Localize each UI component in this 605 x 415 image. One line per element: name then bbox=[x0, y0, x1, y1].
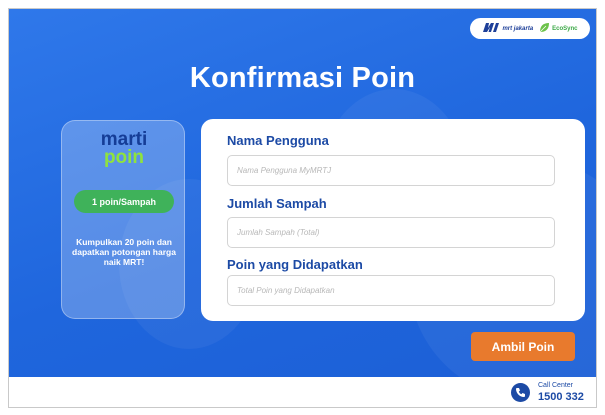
points-rate-badge: 1 poin/Sampah bbox=[74, 190, 174, 213]
call-center-number: 1500 332 bbox=[538, 391, 584, 403]
trash-count-input[interactable] bbox=[227, 217, 555, 248]
call-center-label: Call Center bbox=[538, 382, 574, 389]
leaf-icon bbox=[539, 20, 550, 38]
ecosync-brand-text: EcoSync bbox=[552, 25, 578, 32]
points-earned-label: Poin yang Didapatkan bbox=[227, 257, 363, 272]
ecosync-logo: EcoSync bbox=[539, 20, 578, 38]
points-form: Nama Pengguna Jumlah Sampah Poin yang Di… bbox=[201, 119, 585, 321]
martipoin-logo-line2: poin bbox=[103, 147, 145, 168]
page-title: Konfirmasi Poin bbox=[189, 62, 416, 94]
trash-count-label: Jumlah Sampah bbox=[227, 196, 327, 211]
partner-logos: mrt jakarta EcoSync bbox=[470, 18, 590, 39]
martipoin-logo: marti poin bbox=[62, 130, 186, 168]
mrt-logo-icon bbox=[482, 20, 500, 38]
kiosk-screen: mrt jakarta EcoSync Konfirmasi Poin mart… bbox=[9, 9, 596, 377]
username-label: Nama Pengguna bbox=[227, 133, 329, 148]
kiosk-frame: mrt jakarta EcoSync Konfirmasi Poin mart… bbox=[8, 8, 597, 408]
claim-points-button[interactable]: Ambil Poin bbox=[471, 332, 575, 361]
points-info-card: marti poin 1 poin/Sampah Kumpulkan 20 po… bbox=[61, 120, 185, 319]
footer: Call Center 1500 332 bbox=[9, 377, 596, 407]
phone-icon[interactable] bbox=[511, 383, 530, 402]
points-earned-input[interactable] bbox=[227, 275, 555, 306]
mrt-logo: mrt jakarta bbox=[482, 20, 533, 38]
mrt-brand-text: mrt jakarta bbox=[502, 25, 534, 32]
promo-message: Kumpulkan 20 poin dan dapatkan potongan … bbox=[72, 237, 176, 267]
username-input[interactable] bbox=[227, 155, 555, 186]
